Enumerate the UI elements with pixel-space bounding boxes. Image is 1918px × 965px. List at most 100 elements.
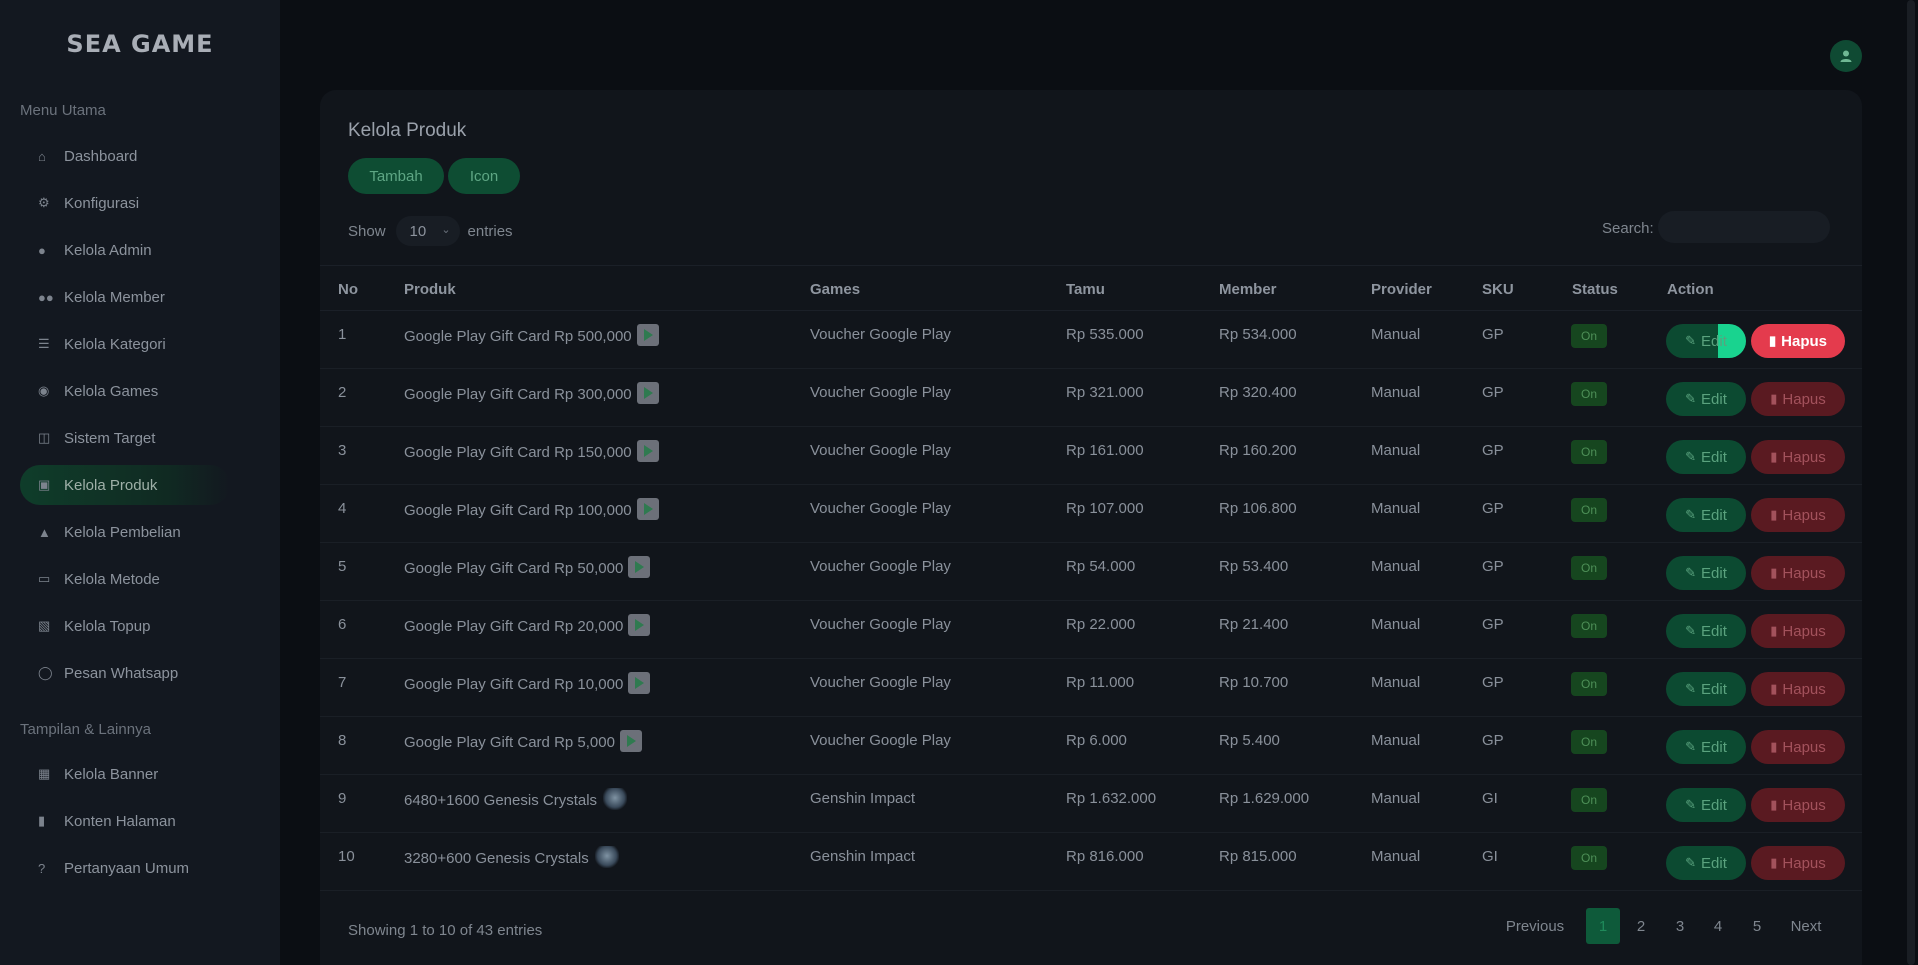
col-status[interactable]: Status — [1572, 281, 1618, 298]
pagination-page-4[interactable]: 4 — [1701, 908, 1735, 944]
edit-button[interactable]: ✎ Edit — [1666, 846, 1746, 880]
cell-games-text: Voucher Google Play — [810, 558, 951, 575]
sidebar-item-kelola-admin[interactable]: ● Kelola Admin — [20, 230, 230, 270]
delete-button[interactable]: ▮ Hapus — [1751, 556, 1845, 590]
col-sku[interactable]: SKU — [1482, 281, 1514, 298]
cell-tamu-text: Rp 107.000 — [1066, 500, 1144, 517]
pagination-next[interactable]: Next — [1782, 908, 1830, 944]
add-button[interactable]: Tambah — [348, 158, 444, 194]
pencil-icon: ✎ — [1685, 333, 1697, 348]
pencil-icon: ✎ — [1685, 565, 1697, 580]
user-avatar[interactable] — [1830, 40, 1862, 72]
edit-button[interactable]: ✎ Edit — [1666, 556, 1746, 590]
edit-button[interactable]: ✎ Edit — [1666, 614, 1746, 648]
whatsapp-icon: ◯ — [38, 665, 53, 680]
sidebar-item-konfigurasi[interactable]: ⚙ Konfigurasi — [20, 183, 230, 223]
edit-label: Edit — [1701, 680, 1727, 698]
cell-sku-text: GP — [1482, 500, 1504, 517]
col-member[interactable]: Member — [1219, 281, 1277, 298]
entries-control: Show 10 ⌄ entries — [348, 216, 513, 246]
col-produk[interactable]: Produk — [404, 281, 456, 298]
delete-button[interactable]: ▮ Hapus — [1751, 382, 1845, 416]
delete-button[interactable]: ▮ Hapus — [1751, 672, 1845, 706]
col-no[interactable]: No — [338, 281, 358, 298]
table-row: 6 Google Play Gift Card Rp 20,000 Voucher … — [320, 601, 1862, 659]
cell-member: Rp 5.400 — [1219, 732, 1280, 749]
cell-tamu: Rp 816.000 — [1066, 848, 1144, 865]
cell-sku: GI — [1482, 790, 1498, 807]
sidebar-item-kelola-games[interactable]: ◉ Kelola Games — [20, 371, 230, 411]
cell-produk-text: Google Play Gift Card Rp 500,000 — [404, 327, 632, 345]
pagination-page-1[interactable]: 1 — [1586, 908, 1620, 944]
sidebar-item-dashboard[interactable]: ⌂ Dashboard — [20, 136, 230, 176]
cell-produk: Google Play Gift Card Rp 50,000 — [404, 556, 651, 580]
cell-provider-text: Manual — [1371, 326, 1421, 343]
edit-button[interactable]: ✎ Edit — [1666, 788, 1746, 822]
edit-button[interactable]: ✎ Edit — [1666, 730, 1746, 764]
cell-tamu-text: Rp 6.000 — [1066, 732, 1127, 749]
edit-button[interactable]: ✎ Edit — [1666, 382, 1746, 416]
sidebar-item-kelola-produk[interactable]: ▣ Kelola Produk — [20, 465, 230, 505]
cell-provider-text: Manual — [1371, 384, 1421, 401]
cell-produk-text: Google Play Gift Card Rp 300,000 — [404, 385, 632, 403]
delete-button[interactable]: ▮ Hapus — [1751, 498, 1845, 532]
cell-no: 1 — [338, 326, 346, 343]
delete-button[interactable]: ▮ Hapus — [1751, 324, 1845, 358]
file-icon: ▮ — [38, 813, 46, 828]
credit-card-icon: ▭ — [38, 571, 51, 586]
pagination-previous[interactable]: Previous — [1500, 908, 1570, 944]
cell-games: Voucher Google Play — [810, 558, 951, 575]
delete-button[interactable]: ▮ Hapus — [1751, 440, 1845, 474]
sidebar-item-pertanyaan-umum[interactable]: ? Pertanyaan Umum — [20, 848, 230, 888]
cell-no-text: 7 — [338, 674, 347, 691]
cell-games-text: Voucher Google Play — [810, 442, 951, 459]
trash-icon: ▮ — [1770, 391, 1778, 406]
sidebar-item-pesan-whatsapp[interactable]: ◯ Pesan Whatsapp — [20, 653, 230, 693]
app-logo[interactable]: SEA GAME — [0, 30, 280, 58]
delete-button[interactable]: ▮ Hapus — [1751, 614, 1845, 648]
delete-button[interactable]: ▮ Hapus — [1751, 846, 1845, 880]
icon-button[interactable]: Icon — [448, 158, 520, 194]
sidebar-item-konten-halaman[interactable]: ▮ Konten Halaman — [20, 801, 230, 841]
cell-member-text: Rp 106.800 — [1219, 500, 1297, 517]
cell-member-text: Rp 1.629.000 — [1219, 790, 1310, 807]
cell-games-text: Genshin Impact — [810, 848, 916, 865]
home-icon: ⌂ — [38, 148, 46, 164]
table-row: 7 Google Play Gift Card Rp 10,000 Voucher … — [320, 659, 1862, 717]
pagination-page-3[interactable]: 3 — [1663, 908, 1697, 944]
trash-icon: ▮ — [1770, 449, 1778, 464]
cell-produk-text: Google Play Gift Card Rp 150,000 — [404, 443, 632, 461]
entries-select[interactable]: 10 ⌄ — [395, 216, 460, 246]
sidebar-item-kelola-member[interactable]: ●● Kelola Member — [20, 277, 230, 317]
cell-provider-text: Manual — [1371, 442, 1421, 459]
edit-button[interactable]: ✎ Edit — [1666, 672, 1746, 706]
table-row: 3 Google Play Gift Card Rp 150,000 Voucher… — [320, 427, 1862, 485]
sidebar-item-kelola-metode[interactable]: ▭ Kelola Metode — [20, 559, 230, 599]
sidebar-item-label: Konfigurasi — [64, 194, 140, 212]
cell-produk: Google Play Gift Card Rp 150,000 — [404, 440, 659, 464]
scrollbar-thumb[interactable] — [1907, 0, 1915, 965]
delete-button[interactable]: ▮ Hapus — [1751, 730, 1845, 764]
edit-button[interactable]: ✎ Edit — [1666, 498, 1746, 532]
sidebar-item-kelola-pembelian[interactable]: ▲ Kelola Pembelian — [20, 512, 230, 552]
cell-games: Genshin Impact — [810, 790, 915, 807]
sidebar-item-kelola-kategori[interactable]: ☰ Kelola Kategori — [20, 324, 230, 364]
col-tamu[interactable]: Tamu — [1066, 281, 1105, 298]
cell-games: Voucher Google Play — [810, 442, 951, 459]
edit-button[interactable]: ✎ Edit — [1666, 440, 1746, 474]
cell-tamu: Rp 22.000 — [1066, 616, 1135, 633]
pencil-icon: ✎ — [1685, 507, 1697, 522]
cell-games: Voucher Google Play — [810, 674, 951, 691]
search-input[interactable] — [1658, 211, 1830, 243]
sidebar-item-kelola-banner[interactable]: ▦ Kelola Banner — [20, 754, 230, 794]
cell-no-text: 10 — [338, 848, 355, 865]
delete-button[interactable]: ▮ Hapus — [1751, 788, 1845, 822]
sidebar-item-kelola-topup[interactable]: ▧ Kelola Topup — [20, 606, 230, 646]
pagination-page-2[interactable]: 2 — [1624, 908, 1658, 944]
pagination-page-5[interactable]: 5 — [1740, 908, 1774, 944]
sidebar-item-sistem-target[interactable]: ◫ Sistem Target — [20, 418, 230, 458]
col-provider[interactable]: Provider — [1371, 281, 1432, 298]
cell-tamu-text: Rp 535.000 — [1066, 326, 1144, 343]
edit-button[interactable]: ✎ Edit — [1666, 324, 1746, 358]
col-games[interactable]: Games — [810, 281, 860, 298]
